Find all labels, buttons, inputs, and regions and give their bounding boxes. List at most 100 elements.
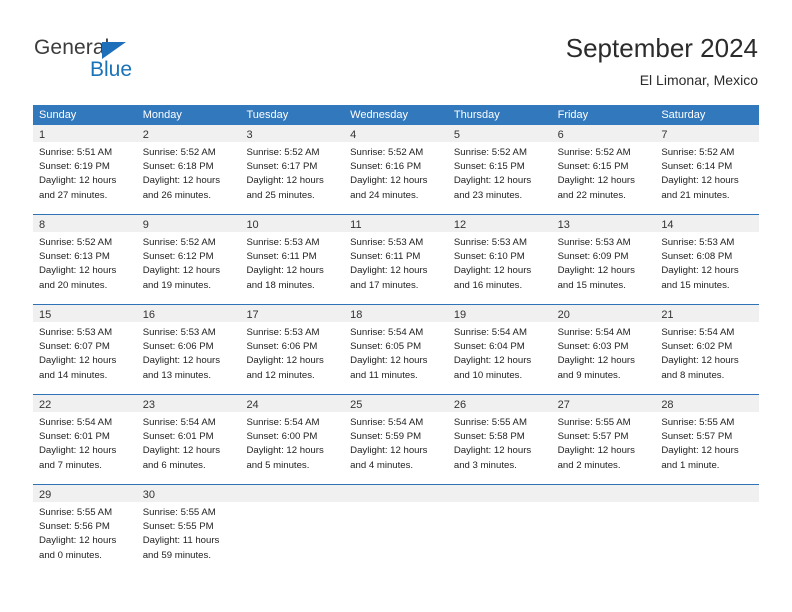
daylight-text-line2: and 18 minutes. (246, 279, 315, 291)
day-details: Sunrise: 5:54 AM Sunset: 6:05 PM Daylight:… (344, 322, 448, 383)
sunrise-text: Sunrise: 5:54 AM (557, 327, 631, 338)
calendar-day-cell[interactable]: 18 Sunrise: 5:54 AM Sunset: 6:05 PM Dayligh… (344, 305, 448, 394)
calendar-day-cell[interactable]: 22 Sunrise: 5:54 AM Sunset: 6:01 PM Dayligh… (33, 395, 137, 484)
calendar-day-cell[interactable]: 28 Sunrise: 5:55 AM Sunset: 5:57 PM Dayligh… (655, 395, 760, 484)
logo-text-general: General (34, 36, 110, 59)
daylight-text-line1: Daylight: 12 hours (246, 445, 324, 457)
calendar-day-cell[interactable]: 6 Sunrise: 5:52 AM Sunset: 6:15 PM Daylight… (551, 125, 656, 214)
day-number: 6 (557, 129, 564, 141)
calendar-day-cell[interactable]: 10 Sunrise: 5:53 AM Sunset: 6:11 PM Dayligh… (240, 215, 345, 304)
calendar-day-cell[interactable]: 21 Sunrise: 5:54 AM Sunset: 6:02 PM Dayligh… (655, 305, 760, 394)
daylight-text-line2: and 14 minutes. (39, 369, 108, 381)
calendar-day-cell[interactable]: 4 Sunrise: 5:52 AM Sunset: 6:16 PM Daylight… (344, 125, 448, 214)
day-number-band: 19 (447, 305, 552, 322)
page-header: General Blue September 2024 El Limonar, … (0, 0, 792, 100)
day-number-band: 17 (240, 305, 345, 322)
day-number: 16 (142, 309, 155, 321)
calendar-day-cell[interactable]: 27 Sunrise: 5:55 AM Sunset: 5:57 PM Dayligh… (551, 395, 656, 484)
sunrise-text: Sunrise: 5:52 AM (246, 147, 320, 158)
day-number (655, 489, 661, 501)
calendar-day-cell[interactable]: 16 Sunrise: 5:53 AM Sunset: 6:06 PM Dayligh… (136, 305, 241, 394)
sunset-text: Sunset: 6:08 PM (661, 251, 733, 263)
daylight-text-line1: Daylight: 11 hours (142, 535, 220, 547)
title-block: September 2024 El Limonar, Mexico (566, 32, 758, 90)
calendar-day-cell[interactable]: 19 Sunrise: 5:54 AM Sunset: 6:04 PM Dayligh… (447, 305, 552, 394)
daylight-text-line2: and 2 minutes. (557, 459, 621, 471)
day-number (240, 489, 246, 501)
calendar-day-cell[interactable]: 9 Sunrise: 5:52 AM Sunset: 6:12 PM Daylight… (136, 215, 241, 304)
calendar-grid: Sunday Monday Tuesday Wednesday Thursday… (33, 105, 760, 574)
day-number: 10 (246, 219, 259, 231)
weekday-header-friday: Friday (557, 109, 589, 121)
daylight-text-line1: Daylight: 12 hours (39, 265, 117, 277)
calendar-day-cell[interactable]: 7 Sunrise: 5:52 AM Sunset: 6:14 PM Daylight… (655, 125, 760, 214)
calendar-day-cell[interactable]: 1 Sunrise: 5:51 AM Sunset: 6:19 PM Daylight… (33, 125, 137, 214)
calendar-day-cell[interactable]: 15 Sunrise: 5:53 AM Sunset: 6:07 PM Dayligh… (33, 305, 137, 394)
sunrise-text: Sunrise: 5:53 AM (246, 327, 320, 338)
sunrise-text: Sunrise: 5:55 AM (453, 417, 527, 428)
day-details: Sunrise: 5:52 AM Sunset: 6:13 PM Daylight:… (33, 232, 137, 293)
calendar-weeks: 1 Sunrise: 5:51 AM Sunset: 6:19 PM Daylight… (33, 125, 760, 574)
day-number: 18 (350, 309, 363, 321)
day-number: 24 (246, 399, 259, 411)
calendar-day-cell[interactable]: 2 Sunrise: 5:52 AM Sunset: 6:18 PM Daylight… (136, 125, 241, 214)
calendar-day-cell[interactable]: 13 Sunrise: 5:53 AM Sunset: 6:09 PM Dayligh… (551, 215, 656, 304)
day-number-band: 25 (344, 395, 448, 412)
day-number: 1 (39, 129, 46, 141)
day-number-band: 3 (240, 125, 345, 142)
daylight-text-line2: and 13 minutes. (142, 369, 211, 381)
calendar-week-row: 1 Sunrise: 5:51 AM Sunset: 6:19 PM Daylight… (33, 125, 760, 214)
day-number: 2 (142, 129, 149, 141)
sunrise-text: Sunrise: 5:55 AM (142, 507, 216, 518)
daylight-text-line2: and 59 minutes. (142, 549, 211, 561)
sunrise-text: Sunrise: 5:54 AM (142, 417, 216, 428)
calendar-day-cell[interactable]: 26 Sunrise: 5:55 AM Sunset: 5:58 PM Dayligh… (447, 395, 552, 484)
day-details: Sunrise: 5:52 AM Sunset: 6:17 PM Daylight:… (240, 142, 344, 203)
calendar-day-cell[interactable]: 30 Sunrise: 5:55 AM Sunset: 5:55 PM Dayligh… (136, 485, 241, 574)
calendar-day-cell[interactable]: 23 Sunrise: 5:54 AM Sunset: 6:01 PM Dayligh… (136, 395, 241, 484)
day-number-band: 20 (551, 305, 656, 322)
sunrise-text: Sunrise: 5:52 AM (661, 147, 735, 158)
calendar-week-row: 8 Sunrise: 5:52 AM Sunset: 6:13 PM Daylight… (33, 214, 760, 304)
calendar-day-cell[interactable]: 17 Sunrise: 5:53 AM Sunset: 6:06 PM Dayligh… (240, 305, 345, 394)
day-number-band (655, 485, 760, 502)
sunset-text: Sunset: 6:14 PM (661, 161, 733, 173)
daylight-text-line1: Daylight: 12 hours (350, 355, 428, 367)
calendar-day-cell[interactable]: 8 Sunrise: 5:52 AM Sunset: 6:13 PM Daylight… (33, 215, 137, 304)
day-number: 4 (350, 129, 357, 141)
daylight-text-line1: Daylight: 12 hours (661, 355, 739, 367)
calendar-day-cell[interactable]: 20 Sunrise: 5:54 AM Sunset: 6:03 PM Dayligh… (551, 305, 656, 394)
day-number: 15 (39, 309, 52, 321)
calendar-day-cell[interactable]: 5 Sunrise: 5:52 AM Sunset: 6:15 PM Daylight… (447, 125, 552, 214)
calendar-day-cell[interactable]: 29 Sunrise: 5:55 AM Sunset: 5:56 PM Dayligh… (33, 485, 137, 574)
daylight-text-line1: Daylight: 12 hours (246, 175, 324, 187)
day-details: Sunrise: 5:52 AM Sunset: 6:16 PM Daylight:… (344, 142, 448, 203)
day-number-band: 7 (655, 125, 760, 142)
sunset-text: Sunset: 6:11 PM (350, 251, 421, 263)
sunset-text: Sunset: 6:09 PM (557, 251, 629, 263)
daylight-text-line2: and 6 minutes. (142, 459, 206, 471)
day-number-band: 27 (551, 395, 656, 412)
day-number: 25 (350, 399, 363, 411)
day-number-band: 29 (33, 485, 137, 502)
calendar-day-cell-empty (344, 485, 448, 574)
day-number-band: 18 (344, 305, 448, 322)
calendar-day-cell[interactable]: 24 Sunrise: 5:54 AM Sunset: 6:00 PM Dayligh… (240, 395, 345, 484)
weekday-header-sunday: Sunday (39, 109, 77, 121)
day-number: 5 (453, 129, 460, 141)
daylight-text-line2: and 24 minutes. (350, 189, 419, 201)
calendar-day-cell[interactable]: 11 Sunrise: 5:53 AM Sunset: 6:11 PM Dayligh… (344, 215, 448, 304)
calendar-day-cell[interactable]: 14 Sunrise: 5:53 AM Sunset: 6:08 PM Dayligh… (655, 215, 760, 304)
day-number: 22 (39, 399, 52, 411)
daylight-text-line2: and 25 minutes. (246, 189, 315, 201)
daylight-text-line2: and 17 minutes. (350, 279, 419, 291)
calendar-day-cell[interactable]: 25 Sunrise: 5:54 AM Sunset: 5:59 PM Dayligh… (344, 395, 448, 484)
weekday-header-tuesday: Tuesday (246, 109, 289, 121)
calendar-day-cell[interactable]: 3 Sunrise: 5:52 AM Sunset: 6:17 PM Daylight… (240, 125, 345, 214)
sunset-text: Sunset: 6:01 PM (142, 431, 214, 443)
calendar-day-cell[interactable]: 12 Sunrise: 5:53 AM Sunset: 6:10 PM Dayligh… (447, 215, 552, 304)
day-number: 7 (661, 129, 668, 141)
day-details: Sunrise: 5:54 AM Sunset: 6:01 PM Daylight:… (33, 412, 137, 473)
sunrise-text: Sunrise: 5:55 AM (39, 507, 113, 518)
daylight-text-line1: Daylight: 12 hours (557, 175, 635, 187)
